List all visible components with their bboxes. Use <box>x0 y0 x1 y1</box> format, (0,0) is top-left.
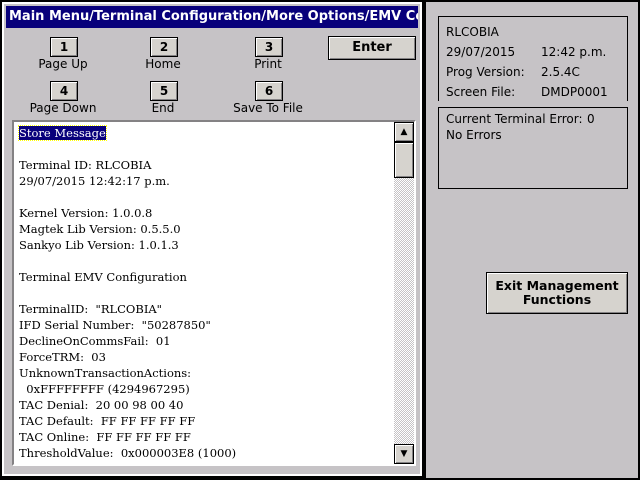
error-label: Current Terminal Error: <box>446 112 583 126</box>
end-key[interactable]: 5 <box>150 81 178 101</box>
status-panel: RLCOBIA 29/07/2015 12:42 p.m. Prog Versi… <box>426 2 638 478</box>
scroll-up-arrow-icon[interactable]: ▲ <box>394 122 414 142</box>
text-line: Kernel Version: 1.0.0.8 <box>19 206 153 220</box>
home-label: Home <box>145 57 181 71</box>
terminal-info-box: RLCOBIA 29/07/2015 12:42 p.m. Prog Versi… <box>438 16 628 101</box>
prog-version-label: Prog Version: <box>446 65 525 79</box>
save-to-file-key[interactable]: 6 <box>255 81 283 101</box>
print-label: Print <box>254 57 282 71</box>
text-line <box>19 285 259 301</box>
configuration-text-box[interactable]: Store Message Terminal ID: RLCOBIA 29/07/2… <box>12 120 416 466</box>
text-line: Sankyo Lib Version: 1.0.1.3 <box>19 238 179 252</box>
prog-version: 2.5.4C <box>541 65 580 79</box>
text-line <box>19 253 259 269</box>
text-line: TAC Default: FF FF FF FF FF <box>19 414 196 428</box>
text-line: UnknownTransactionActions: <box>19 366 192 380</box>
text-line: 0xFFFFFFFF (4294967295) <box>19 382 190 396</box>
screen-file: DMDP0001 <box>541 85 608 99</box>
error-message: No Errors <box>446 128 502 142</box>
exit-management-functions-button[interactable]: Exit Management Functions <box>486 272 628 314</box>
save-to-file-label: Save To File <box>233 101 303 115</box>
text-line: DeclineOnCommsFail: 01 <box>19 334 171 348</box>
print-key[interactable]: 3 <box>255 37 283 57</box>
screen-file-label: Screen File: <box>446 85 516 99</box>
enter-button[interactable]: Enter <box>328 36 416 60</box>
page-down-key[interactable]: 4 <box>50 81 78 101</box>
home-key[interactable]: 2 <box>150 37 178 57</box>
text-line <box>19 141 259 157</box>
text-line: IFD Serial Number: "50287850" <box>19 318 211 332</box>
window-title: Main Menu/Terminal Configuration/More Op… <box>6 6 418 28</box>
configuration-text: Store Message Terminal ID: RLCOBIA 29/07/2… <box>18 125 259 464</box>
text-line: Terminal EMV Configuration <box>19 270 187 284</box>
vertical-scrollbar[interactable]: ▲ ▼ <box>394 122 414 464</box>
text-line: TerminalID: "RLCOBIA" <box>19 302 162 316</box>
text-line: ThresholdValue: 0x000003E8 (1000) <box>19 446 237 460</box>
status-date: 29/07/2015 <box>446 45 516 59</box>
terminal-error-box: Current Terminal Error: 0 No Errors <box>438 107 628 189</box>
text-line: 29/07/2015 12:42:17 p.m. <box>19 174 170 188</box>
selected-text: Store Message <box>18 125 107 141</box>
end-label: End <box>151 101 175 115</box>
scroll-down-arrow-icon[interactable]: ▼ <box>394 444 414 464</box>
text-line <box>19 189 259 205</box>
text-line: MaxTargetPercentage: 0x00000032 (50) <box>19 461 259 464</box>
page-down-label: Page Down <box>29 101 97 115</box>
text-line: TAC Online: FF FF FF FF FF <box>19 430 191 444</box>
terminal-window: Main Menu/Terminal Configuration/More Op… <box>2 2 422 476</box>
text-line: Terminal ID: RLCOBIA <box>19 158 152 172</box>
text-line: ForceTRM: 03 <box>19 350 106 364</box>
text-line: TAC Denial: 20 00 98 00 40 <box>19 398 184 412</box>
text-line: Store Message <box>18 125 259 141</box>
error-code: 0 <box>587 112 595 126</box>
scroll-thumb[interactable] <box>394 142 414 178</box>
terminal-id: RLCOBIA <box>446 25 499 39</box>
page-up-label: Page Up <box>38 57 88 71</box>
status-time: 12:42 p.m. <box>541 45 607 59</box>
page-up-key[interactable]: 1 <box>50 37 78 57</box>
text-line: Magtek Lib Version: 0.5.5.0 <box>19 222 181 236</box>
